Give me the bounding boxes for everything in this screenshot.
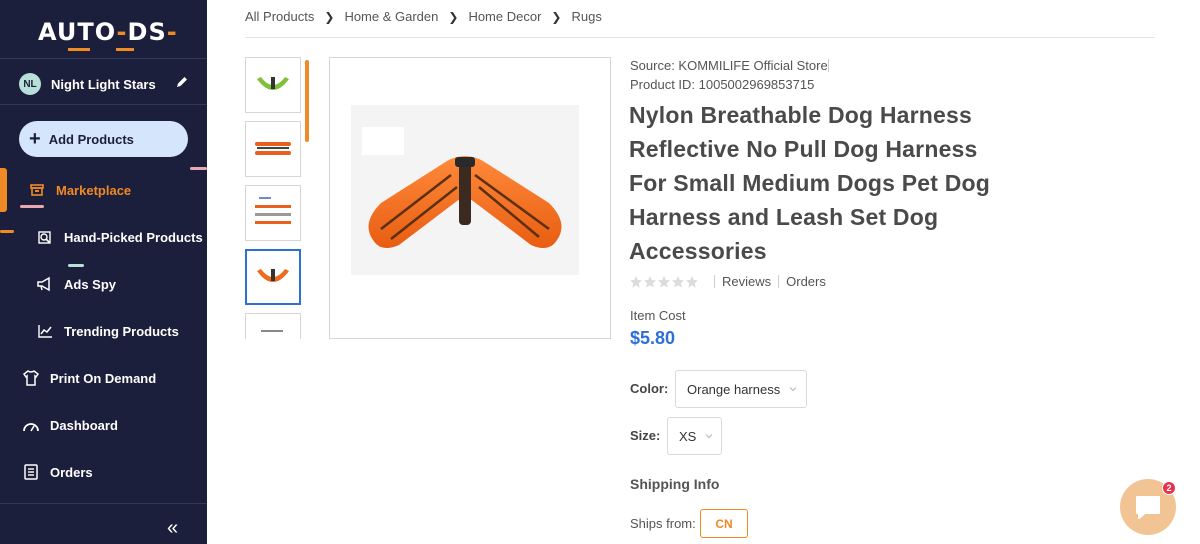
thumbnail-scrollbar[interactable]: [305, 60, 309, 142]
sidebar-divider: [0, 58, 207, 59]
breadcrumb-item[interactable]: All Products: [245, 9, 314, 24]
chevron-down-icon: [705, 434, 713, 439]
orders-icon: [22, 463, 40, 481]
product-thumbnail-selected[interactable]: [245, 249, 301, 305]
divider: [714, 275, 715, 288]
color-label: Color:: [630, 381, 669, 396]
product-thumbnail[interactable]: [245, 121, 301, 177]
divider: [828, 59, 829, 72]
active-indicator: [0, 168, 7, 212]
reviews-link[interactable]: Reviews: [722, 274, 771, 289]
store-selector[interactable]: NL Night Light Stars: [19, 72, 189, 96]
product-source: Source: KOMMILIFE Official Store: [630, 58, 828, 73]
collapse-sidebar-button[interactable]: «: [167, 517, 178, 540]
megaphone-icon: [36, 275, 54, 293]
product-id: Product ID: 1005002969853715: [630, 77, 815, 92]
product-thumbnail[interactable]: [245, 57, 301, 113]
size-label: Size:: [630, 428, 661, 443]
gauge-icon: [22, 416, 40, 434]
sidebar-item-marketplace[interactable]: Marketplace: [28, 179, 131, 201]
star-icons: [630, 275, 698, 288]
chevron-right-icon: ❯: [448, 9, 459, 24]
product-thumbnail[interactable]: [245, 313, 301, 339]
autods-logo[interactable]: AUTO-DS-: [38, 18, 178, 46]
divider: [778, 275, 780, 288]
product-main-image[interactable]: [329, 57, 611, 339]
product-photo: [351, 105, 579, 275]
chevron-right-icon: ❯: [324, 9, 335, 24]
decoration: [68, 264, 84, 267]
orders-count: Orders: [786, 274, 826, 289]
store-name: Night Light Stars: [51, 76, 156, 92]
decoration: [20, 205, 44, 208]
size-select-value: XS: [679, 428, 697, 444]
item-cost-label: Item Cost: [630, 308, 686, 323]
sidebar-item-dashboard[interactable]: Dashboard: [22, 414, 118, 436]
store-avatar: NL: [19, 73, 41, 95]
product-thumbnail[interactable]: [245, 185, 301, 241]
add-products-button[interactable]: + Add Products: [19, 121, 188, 157]
sidebar-item-print-on-demand[interactable]: Print On Demand: [22, 367, 156, 389]
rating-row: Reviews Orders: [630, 274, 826, 289]
shipping-info-heading: Shipping Info: [630, 476, 720, 492]
chat-bubble-icon: [1136, 496, 1160, 519]
decoration: [0, 230, 14, 233]
sidebar-item-ads-spy[interactable]: Ads Spy: [36, 273, 116, 295]
image-watermark: [362, 127, 404, 155]
decoration: [190, 167, 207, 170]
sidebar-divider: [0, 104, 207, 105]
sidebar: AUTO-DS- NL Night Light Stars + Add Prod…: [0, 0, 207, 544]
pencil-icon[interactable]: [175, 75, 189, 89]
breadcrumb-divider: [245, 37, 1155, 38]
sidebar-item-orders[interactable]: Orders: [22, 461, 93, 483]
ships-from-label: Ships from:: [630, 516, 696, 531]
logo-underline: [38, 48, 168, 51]
size-select[interactable]: XS: [667, 417, 722, 455]
shirt-icon: [22, 369, 40, 387]
sidebar-item-trending[interactable]: Trending Products: [36, 320, 179, 342]
chevron-right-icon: ❯: [551, 9, 562, 24]
trending-icon: [36, 322, 54, 340]
breadcrumb-item[interactable]: Home & Garden: [344, 9, 438, 24]
color-select-value: Orange harness: [687, 381, 781, 397]
star-rating: [630, 275, 700, 288]
sidebar-divider: [0, 503, 207, 504]
chevron-down-icon: [789, 387, 797, 392]
plus-icon: +: [29, 128, 41, 150]
breadcrumb-item[interactable]: Home Decor: [468, 9, 541, 24]
hand-picked-icon: [36, 228, 54, 246]
store-icon: [28, 181, 46, 199]
breadcrumb-item[interactable]: Rugs: [571, 9, 601, 24]
item-price: $5.80: [630, 328, 676, 348]
product-title: Nylon Breathable Dog Harness Reflective …: [629, 102, 991, 264]
sidebar-item-hand-picked[interactable]: Hand-Picked Products: [36, 226, 203, 248]
breadcrumb: All Products ❯ Home & Garden ❯ Home Deco…: [245, 9, 602, 24]
thumbnail-list[interactable]: [245, 57, 303, 339]
chat-notification-badge: 2: [1162, 481, 1176, 495]
ships-from-cn-button[interactable]: CN: [700, 509, 748, 538]
color-select[interactable]: Orange harness: [675, 370, 807, 408]
